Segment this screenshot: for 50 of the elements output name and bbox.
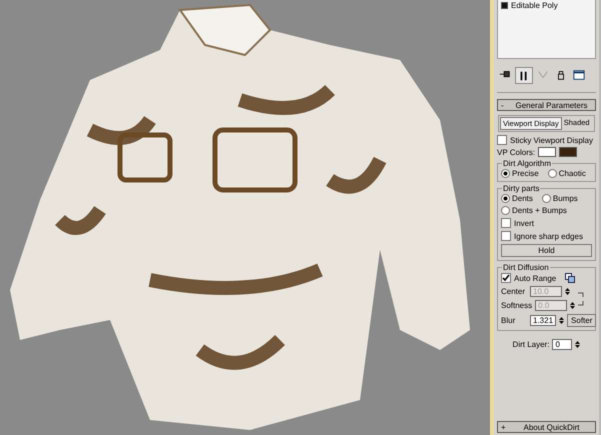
checkbox-label: Invert bbox=[514, 218, 534, 228]
checkbox-label: Ignore sharp edges bbox=[514, 232, 583, 240]
radio-button[interactable] bbox=[548, 169, 557, 178]
radio-label: Chaotic bbox=[558, 169, 586, 178]
radio-button[interactable] bbox=[501, 169, 510, 178]
radio-button[interactable] bbox=[501, 194, 510, 203]
radio-label: Dents + Bumps bbox=[512, 206, 567, 215]
color-swatch[interactable] bbox=[538, 147, 556, 157]
modifier-stack-list[interactable]: Editable Poly bbox=[497, 0, 596, 59]
checkbox[interactable] bbox=[501, 273, 511, 283]
window-icon bbox=[573, 68, 585, 80]
checkbox-label: Sticky Viewport Display bbox=[510, 136, 593, 144]
radio-label: Dents bbox=[512, 194, 533, 203]
checkbox-label: Auto Range bbox=[514, 274, 556, 282]
hold-button[interactable]: Hold bbox=[501, 244, 592, 257]
rollout-title: About QuickDirt bbox=[522, 422, 581, 432]
copy-icon[interactable] bbox=[565, 273, 576, 283]
color-swatch[interactable] bbox=[559, 147, 578, 157]
field-label: Softness bbox=[501, 301, 532, 310]
rollout-header[interactable]: + About QuickDirt bbox=[497, 421, 596, 433]
rollout-header[interactable]: - General Parameters bbox=[497, 99, 596, 111]
rollout-toggle: - bbox=[501, 100, 511, 110]
radio-label: Precise bbox=[512, 169, 539, 178]
number-field[interactable]: 1.321 bbox=[530, 315, 556, 326]
spinner-arrows-icon[interactable] bbox=[570, 301, 576, 310]
field-label: Blur bbox=[501, 316, 516, 325]
checkbox[interactable] bbox=[497, 135, 507, 145]
modifier-stack-item[interactable]: Editable Poly bbox=[511, 1, 558, 10]
softer-button[interactable]: Softer bbox=[567, 314, 596, 327]
radio-label: Bumps bbox=[552, 194, 578, 203]
cup-icon bbox=[555, 68, 567, 80]
radio-button[interactable] bbox=[501, 206, 510, 215]
spinner-arrows-icon[interactable] bbox=[559, 316, 564, 325]
spinner-arrows-icon[interactable] bbox=[575, 340, 580, 349]
fork-icon bbox=[537, 68, 549, 80]
group-title: Dirty parts bbox=[502, 184, 540, 193]
group-title: Dirt Algorithm bbox=[502, 159, 552, 168]
field-label: Dirt Layer: bbox=[512, 340, 550, 349]
rollout-toggle: + bbox=[501, 422, 511, 432]
modifier-square-icon bbox=[501, 2, 508, 9]
rollout-title: General Parameters bbox=[514, 100, 589, 110]
group-title: Dirt Diffusion bbox=[502, 263, 550, 272]
number-field[interactable]: 0 bbox=[552, 339, 572, 350]
spinner-arrows-icon[interactable] bbox=[565, 287, 570, 296]
stack-tool-button[interactable] bbox=[515, 67, 533, 84]
checkbox[interactable] bbox=[501, 218, 511, 228]
checkbox[interactable] bbox=[501, 231, 511, 241]
field-label: Center bbox=[501, 287, 526, 296]
field-label: VP Colors: bbox=[497, 148, 536, 156]
radio-button[interactable] bbox=[542, 194, 551, 203]
